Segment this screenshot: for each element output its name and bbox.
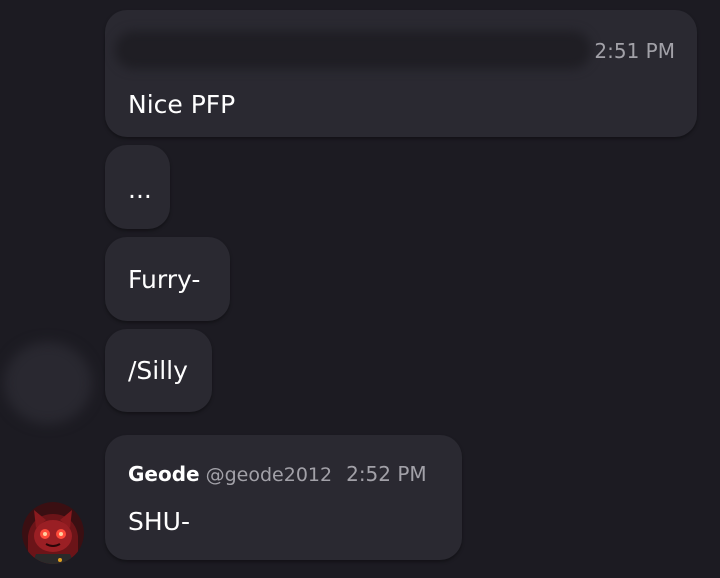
- devil-cat-avatar-icon: [22, 502, 84, 564]
- message-text: Furry-: [128, 265, 201, 294]
- message-text: Nice PFP: [128, 90, 236, 119]
- message-bubble[interactable]: ...: [105, 145, 170, 229]
- redacted-author: [115, 31, 591, 69]
- author-name[interactable]: Geode: [128, 462, 200, 486]
- avatar[interactable]: [4, 342, 92, 424]
- message-time: 2:51 PM: [594, 39, 675, 63]
- message-text: ...: [128, 175, 152, 204]
- chat-view: { "messages": [ { "text": "Nice PFP", "t…: [0, 0, 720, 578]
- message-bubble[interactable]: 2:51 PM Nice PFP: [105, 10, 697, 137]
- author-handle[interactable]: @geode2012: [206, 464, 332, 486]
- message-time: 2:52 PM: [346, 462, 427, 486]
- message-bubble[interactable]: Furry-: [105, 237, 230, 321]
- message-bubble[interactable]: /Silly: [105, 329, 212, 412]
- message-header: Geode @geode2012 2:52 PM: [128, 462, 427, 486]
- message-text: /Silly: [128, 356, 188, 385]
- message-bubble[interactable]: Geode @geode2012 2:52 PM SHU-: [105, 435, 462, 560]
- avatar[interactable]: [22, 502, 84, 564]
- message-text: SHU-: [128, 507, 190, 536]
